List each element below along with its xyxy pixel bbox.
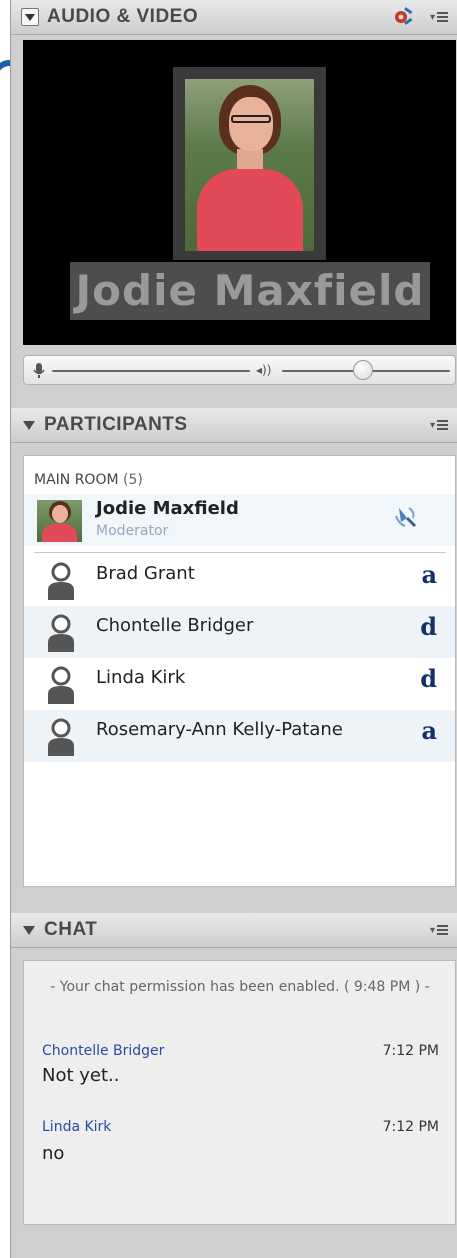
- speaker-volume-knob[interactable]: [353, 360, 373, 380]
- chat-title: CHAT: [44, 919, 98, 940]
- chat-log[interactable]: - Your chat permission has been enabled.…: [23, 960, 456, 1225]
- moderator-name: Jodie Maxfield: [96, 498, 239, 519]
- participant-name: Linda Kirk: [96, 667, 186, 688]
- panel-menu-icon[interactable]: ▾: [430, 920, 448, 940]
- audio-video-header[interactable]: AUDIO & VIDEO ▾: [11, 0, 457, 35]
- avatar: [37, 500, 82, 542]
- participant-row[interactable]: Chontelle Bridger d: [24, 606, 455, 658]
- panel-menu-icon[interactable]: ▾: [430, 415, 448, 435]
- chat-sender: Linda Kirk: [42, 1119, 112, 1135]
- status-badge: a: [421, 716, 437, 745]
- panel-menu-icon[interactable]: ▾: [430, 7, 448, 27]
- participant-name: Rosemary-Ann Kelly-Patane: [96, 719, 343, 740]
- person-icon: [48, 718, 74, 756]
- participant-name: Chontelle Bridger: [96, 615, 254, 636]
- participant-row-moderator[interactable]: Jodie Maxfield Moderator: [24, 494, 455, 546]
- chat-sender: Chontelle Bridger: [42, 1043, 165, 1059]
- chat-message-text: no: [42, 1143, 65, 1164]
- moderator-role: Moderator: [96, 523, 169, 539]
- participants-list: MAIN ROOM (5) Jodie Maxfield Moderator B…: [23, 455, 456, 887]
- chat-timestamp: 7:12 PM: [382, 1119, 439, 1135]
- collapse-icon[interactable]: [23, 420, 35, 430]
- participants-title: PARTICIPANTS: [44, 414, 188, 435]
- audio-video-title: AUDIO & VIDEO: [47, 6, 199, 27]
- speaker-name-label: Jodie Maxfield: [75, 266, 425, 315]
- settings-icon[interactable]: [392, 7, 414, 27]
- collapse-icon[interactable]: [23, 925, 35, 935]
- chat-system-message: - Your chat permission has been enabled.…: [50, 979, 430, 995]
- chat-header[interactable]: CHAT ▾: [11, 913, 457, 948]
- participant-row[interactable]: Rosemary-Ann Kelly-Patane a: [24, 710, 455, 762]
- audio-controls: ◂)): [23, 355, 456, 385]
- microphone-icon[interactable]: [33, 363, 45, 379]
- participant-name: Brad Grant: [96, 563, 195, 584]
- participant-row[interactable]: Brad Grant a: [24, 554, 455, 606]
- talking-icon: [395, 507, 417, 528]
- person-icon: [48, 614, 74, 652]
- chat-message-text: Not yet..: [42, 1065, 120, 1086]
- chat-timestamp: 7:12 PM: [382, 1043, 439, 1059]
- person-icon: [48, 666, 74, 704]
- participants-header[interactable]: PARTICIPANTS ▾: [11, 408, 457, 443]
- participant-row[interactable]: Linda Kirk d: [24, 658, 455, 710]
- speaker-video-image: [185, 79, 314, 251]
- collapse-icon[interactable]: [21, 8, 39, 26]
- room-name: MAIN ROOM: [34, 472, 119, 488]
- video-frame: [173, 67, 326, 260]
- status-badge: d: [420, 612, 437, 641]
- room-label: MAIN ROOM (5): [34, 472, 143, 488]
- collaborate-panel: AUDIO & VIDEO ▾ Jodie Maxfield ◂)) PARTI…: [10, 0, 457, 1258]
- room-count: (5): [123, 472, 143, 488]
- speaker-icon[interactable]: ◂)): [256, 363, 271, 377]
- status-badge: a: [421, 560, 437, 589]
- status-badge: d: [420, 664, 437, 693]
- microphone-volume-slider[interactable]: [52, 370, 250, 372]
- divider: [34, 552, 446, 553]
- video-display: Jodie Maxfield: [23, 40, 456, 345]
- person-icon: [48, 562, 74, 600]
